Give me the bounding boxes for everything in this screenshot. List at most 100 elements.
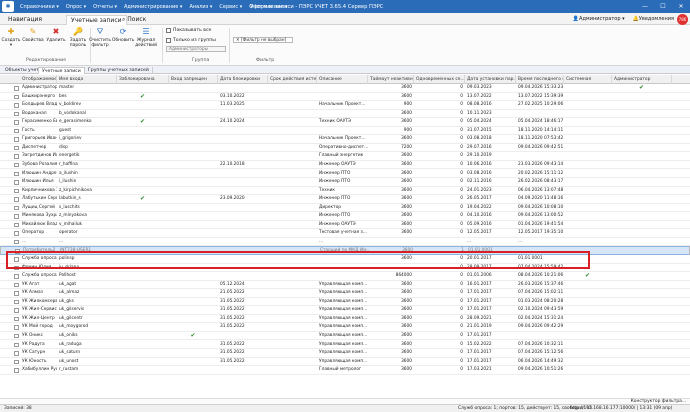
- column-header[interactable]: Вход запрещен: [169, 75, 218, 84]
- set-password-button[interactable]: 🔑 Задать пароль: [67, 27, 89, 48]
- doctab-account-groups[interactable]: Группы учетных записей: [85, 67, 153, 74]
- column-header[interactable]: Дата установки пар...: [465, 75, 516, 84]
- table-row[interactable]: УК Агат uk_agat 05.12.2024 Управляющая комп…: [0, 281, 690, 290]
- maximize-icon[interactable]: ☐: [654, 0, 672, 13]
- table-row[interactable]: УК Жил-Центр uk_gilcentr 31.05.2022 Управля…: [0, 315, 690, 324]
- refresh-button[interactable]: ⟳ Обновить: [112, 27, 134, 43]
- doctab-accounts[interactable]: Учетные записи: [38, 67, 85, 74]
- properties-button[interactable]: ✎ Свойства: [22, 27, 44, 43]
- menu-item-analysis[interactable]: Анализ ▾: [189, 4, 212, 10]
- menu-item-poll[interactable]: Опрос ▾: [66, 4, 86, 10]
- table-row[interactable]: Илюшин Илья i_ilushin Инженер ПТО 3600 0 02.1…: [0, 178, 690, 187]
- table-row[interactable]: Кирпичникова Земф...z_kirpichnikova Техни…: [0, 187, 690, 196]
- table-row[interactable]: Илюшин Андрей a_ilushin Инженер ПТО 3600 0 03…: [0, 170, 690, 179]
- user-menu[interactable]: Администратор ▾: [579, 16, 625, 22]
- table-row[interactable]: Башкирэнерго bes ✔ 03.10.2022 3600 0 13.07.202…: [0, 93, 690, 102]
- row-checkbox[interactable]: [14, 171, 19, 176]
- notifications-label[interactable]: Уведомления: [639, 16, 674, 22]
- table-row[interactable]: УК Сатурн uk_saturn 31.05.2022 Управляющая …: [0, 349, 690, 358]
- row-checkbox[interactable]: [14, 359, 19, 365]
- row-checkbox[interactable]: [14, 154, 19, 159]
- row-checkbox[interactable]: [14, 368, 19, 373]
- row-checkbox[interactable]: [14, 103, 19, 108]
- row-checkbox[interactable]: [14, 231, 19, 236]
- row-checkbox[interactable]: [14, 308, 19, 313]
- table-row[interactable]: Лущиц Сергей s_luschits Директор 3600 0 19.04…: [0, 204, 690, 213]
- table-row[interactable]: Герасименко Евгенийe_gerasimenko ✔ 24.10.2…: [0, 118, 690, 127]
- tab-search[interactable]: ⌕ Поиск: [118, 15, 150, 25]
- table-row[interactable]: Болдырев Влад v_boldirev 11.03.2025 Начальн…: [0, 101, 690, 110]
- table-row[interactable]: Диспетчер disp Оперативно-диспет... 7200 0 29…: [0, 144, 690, 153]
- column-header[interactable]: Таймаут неактивно...: [368, 75, 414, 84]
- only-group-checkbox[interactable]: Только из группы: [166, 38, 216, 43]
- clear-filter-button[interactable]: ⛛ Очистить фильтр: [89, 27, 111, 48]
- column-header[interactable]: Системная: [564, 75, 612, 84]
- column-header[interactable]: Срок действия исте...: [268, 75, 317, 84]
- row-checkbox[interactable]: [14, 265, 19, 271]
- column-header[interactable]: Одновременных се...: [414, 75, 465, 84]
- table-row[interactable]: Зубова Розалия r_haffina 22.10.2018 Инженер…: [0, 161, 690, 170]
- table-row[interactable]: Оператор operator Тестовая учетная з... 360…: [0, 229, 690, 238]
- table-row[interactable]: УК Юность uk_unost 31.05.2022 Управляющая к…: [0, 358, 690, 367]
- table-row[interactable]: Хабибуллин Рустамr_rustam Главный метроло…: [0, 366, 690, 375]
- row-checkbox[interactable]: [14, 137, 19, 142]
- menu-item-directories[interactable]: Справочники ▾: [20, 4, 59, 10]
- row-checkbox[interactable]: [14, 257, 19, 262]
- row-checkbox[interactable]: [14, 239, 19, 245]
- table-row[interactable]: УК Оникс uk_oniks ✔ Управляющая комп... 3600…: [0, 332, 690, 341]
- row-checkbox[interactable]: [14, 299, 19, 305]
- table-row[interactable]: Григорьев Иван i_grigoriev Начальник Проек…: [0, 135, 690, 144]
- row-checkbox[interactable]: [14, 333, 19, 339]
- column-header[interactable]: Имя входа: [57, 75, 117, 84]
- column-header[interactable]: Описание: [317, 75, 368, 84]
- show-all-checkbox[interactable]: Показывать все: [166, 28, 211, 33]
- row-checkbox[interactable]: [14, 214, 19, 219]
- column-header[interactable]: Время последнего в...: [516, 75, 564, 84]
- row-checkbox[interactable]: [14, 162, 19, 168]
- table-row[interactable]: Потребитель2 INT738-USER1 Старший по МКД И…: [0, 246, 690, 255]
- row-checkbox[interactable]: [14, 291, 19, 296]
- minimize-icon[interactable]: —: [636, 0, 654, 13]
- column-header[interactable]: Администратор: [612, 75, 672, 84]
- row-checkbox[interactable]: [14, 128, 19, 134]
- column-header[interactable]: Заблокирована: [117, 75, 169, 84]
- close-icon[interactable]: ✕: [672, 0, 690, 13]
- menu-item-reports[interactable]: Отчеты ▾: [93, 4, 117, 10]
- table-row[interactable]: УК Алмаз uk_almaz 21.05.2022 Управляющая ко…: [0, 289, 690, 298]
- row-checkbox[interactable]: [14, 145, 19, 151]
- row-checkbox[interactable]: [14, 282, 19, 288]
- create-button[interactable]: ✚ Создать ▾: [0, 27, 22, 48]
- table-row[interactable]: Гость guest 900 0 31.07.2015 18.11.2020 14:14…: [0, 127, 690, 136]
- row-checkbox[interactable]: [14, 188, 19, 194]
- table-row[interactable]: УК Мой город uk_moygorod 31.05.2022 Управля…: [0, 323, 690, 332]
- table-row[interactable]: УК Жилкомсервисuk_gks 31.05.2022 Управляющ…: [0, 298, 690, 307]
- filter-select[interactable]: ✕ [Фильтр не выбран]: [233, 37, 293, 43]
- table-row[interactable]: Загретдинов Ильдатenergetik Главный энерг…: [0, 152, 690, 161]
- row-checkbox[interactable]: [14, 86, 19, 91]
- table-row[interactable]: Служба опроса polinsp 3600 0 20.01.2017 01.01…: [0, 255, 690, 264]
- table-row[interactable]: Михайлюк Влад v_mihailuk Инженер ОАУТЭ 3600…: [0, 221, 690, 230]
- row-checkbox[interactable]: [14, 94, 19, 100]
- table-row[interactable]: УК Радуга uk_raduga 31.05.2022 Управляющая …: [0, 341, 690, 350]
- row-checkbox[interactable]: [14, 180, 19, 185]
- filter-clear-x[interactable]: ✕: [236, 38, 240, 43]
- table-row[interactable]: Служба опроса Pollhost 864000 0 01.01.2006 08…: [0, 272, 690, 281]
- menu-item-admin[interactable]: Администрирование ▾: [124, 4, 182, 10]
- row-checkbox[interactable]: [15, 249, 20, 254]
- column-header[interactable]: Отображаемое ▾: [20, 75, 57, 84]
- table-row[interactable]: УК Жил-Сервис uk_gilservis 31.05.2022 Управ…: [0, 306, 690, 315]
- row-checkbox[interactable]: [14, 316, 19, 322]
- row-checkbox[interactable]: [14, 325, 19, 330]
- table-row[interactable]: Лабутькин Сергейlabutkin_s ✔ 23.09.2020 Инж…: [0, 195, 690, 204]
- row-checkbox[interactable]: [14, 197, 19, 202]
- menu-item-service[interactable]: Сервис ▾: [219, 4, 242, 10]
- row-checkbox[interactable]: [14, 111, 19, 117]
- column-header[interactable]: Дата блокировки: [218, 75, 268, 84]
- row-checkbox[interactable]: [14, 205, 19, 211]
- table-row[interactable]: Водоканал b_vodokanal 3600 0 10.11.2023: [0, 110, 690, 119]
- action-log-button[interactable]: ☰ Журнал действий: [135, 27, 157, 48]
- row-checkbox[interactable]: [14, 274, 19, 279]
- table-row[interactable]: ...............: [0, 238, 690, 247]
- row-checkbox[interactable]: [14, 222, 19, 228]
- row-checkbox[interactable]: [14, 120, 19, 125]
